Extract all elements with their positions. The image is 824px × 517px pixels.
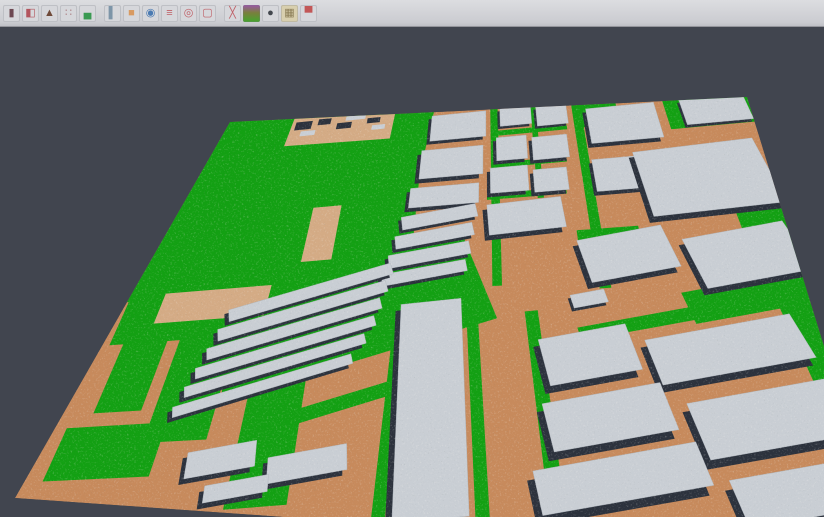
terrain-mound-button[interactable]: ▄	[79, 5, 96, 22]
app-window: ▮ ◧ ▲ ∷ ▄ ▌ ■ ◉ ≡ ◎ ▢ ╳ ● ▦ ▀	[0, 0, 824, 517]
dem-mountain-icon: ▲	[44, 5, 55, 22]
layer-stack-icon: ≡	[166, 5, 172, 22]
orthomosaic-button[interactable]: ■	[123, 5, 140, 22]
viewport-3d-svg[interactable]	[0, 0, 824, 517]
dem-mountain-button[interactable]: ▲	[41, 5, 58, 22]
layer-stack-button[interactable]: ≡	[161, 5, 178, 22]
classify-points-icon: ╳	[229, 5, 236, 22]
building-model-icon: ●	[267, 5, 274, 22]
grid-table-button[interactable]: ▦	[281, 5, 298, 22]
point-cloud-icon: ∷	[65, 5, 72, 22]
globe-button[interactable]: ◉	[142, 5, 159, 22]
profile-view-icon: ▌	[109, 5, 117, 22]
import-data-button[interactable]: ▮	[3, 5, 20, 22]
select-region-button[interactable]: ▢	[199, 5, 216, 22]
import-data-icon: ▮	[8, 5, 14, 22]
terrain-mound-icon: ▄	[84, 5, 92, 22]
gear-button[interactable]: ◎	[180, 5, 197, 22]
viewport-3d[interactable]	[0, 0, 824, 517]
measure-lines-icon: ▀	[305, 5, 313, 22]
building-model-button[interactable]: ●	[262, 5, 279, 22]
gear-icon: ◎	[184, 5, 194, 22]
select-region-icon: ▢	[202, 5, 212, 22]
orthomosaic-icon: ■	[128, 5, 135, 22]
classify-points-button[interactable]: ╳	[224, 5, 241, 22]
point-cloud-button[interactable]: ∷	[60, 5, 77, 22]
measure-lines-button[interactable]: ▀	[300, 5, 317, 22]
classified-colors-button[interactable]	[243, 5, 260, 22]
align-photos-icon: ◧	[25, 5, 35, 22]
grid-table-icon: ▦	[284, 5, 294, 22]
main-toolbar: ▮ ◧ ▲ ∷ ▄ ▌ ■ ◉ ≡ ◎ ▢ ╳ ● ▦ ▀	[0, 0, 824, 27]
profile-view-button[interactable]: ▌	[104, 5, 121, 22]
globe-icon: ◉	[146, 5, 156, 22]
align-photos-button[interactable]: ◧	[22, 5, 39, 22]
